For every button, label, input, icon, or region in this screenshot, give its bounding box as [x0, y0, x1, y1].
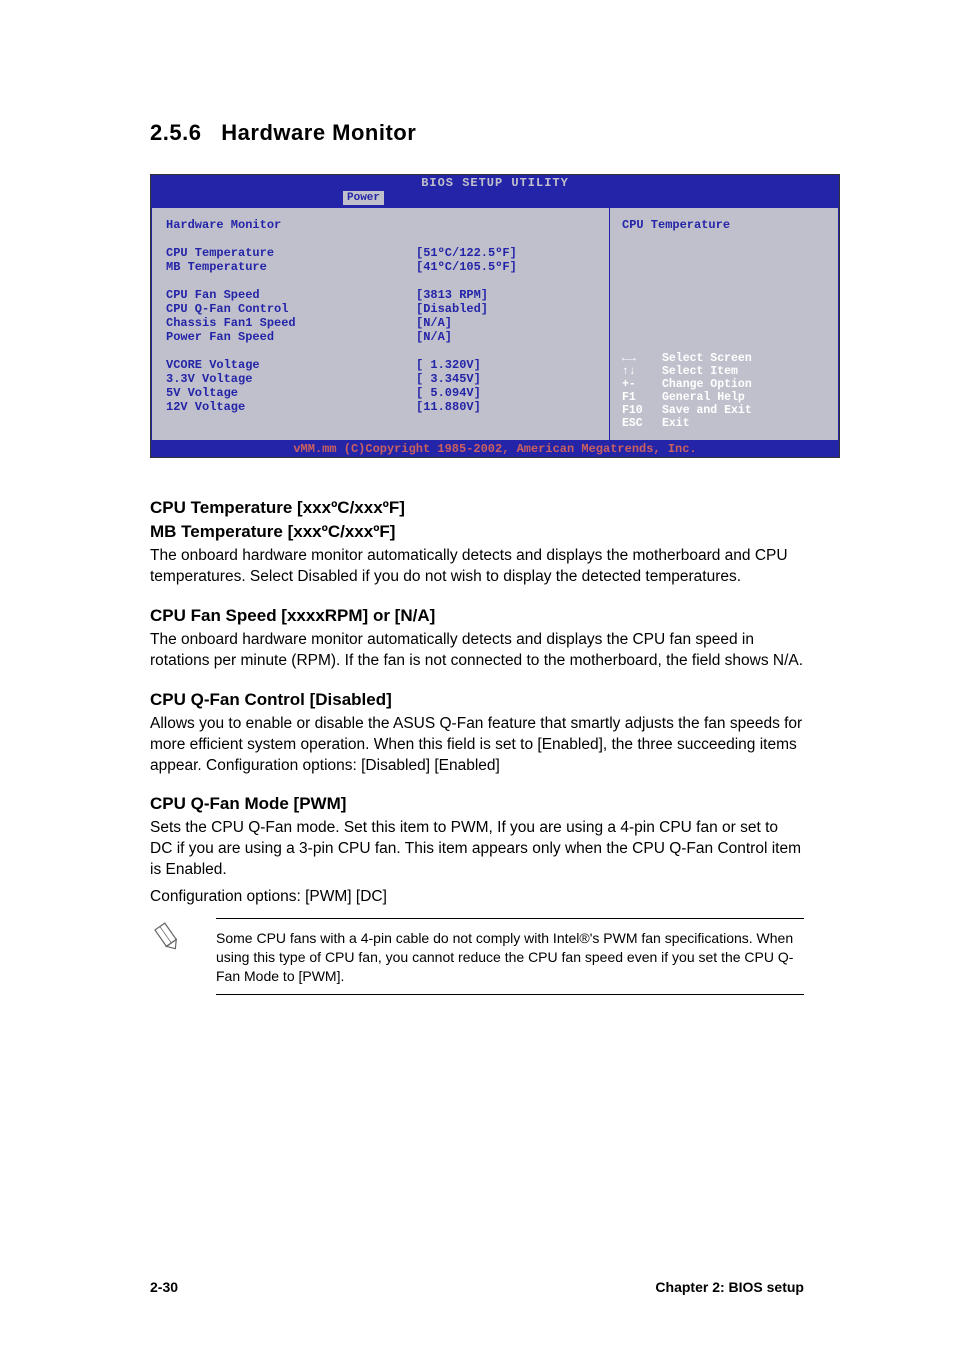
note-text-wrap: Some CPU fans with a 4-pin cable do not … [216, 918, 804, 995]
bios-label: Chassis Fan1 Speed [166, 316, 416, 330]
bios-key: ↑↓ [622, 365, 662, 378]
bios-value: [N/A] [416, 330, 452, 344]
bios-right-panel: CPU Temperature ←→Select Screen ↑↓Select… [609, 207, 839, 441]
bios-footer: vMM.mm (C)Copyright 1985-2002, American … [151, 441, 839, 457]
bios-row: Chassis Fan1 Speed[N/A] [166, 316, 595, 330]
bios-row: 12V Voltage[11.880V] [166, 400, 595, 414]
bios-tab-power: Power [343, 191, 384, 205]
bios-row: 5V Voltage[ 5.094V] [166, 386, 595, 400]
bios-screenshot: BIOS SETUP UTILITY Power Hardware Monito… [150, 174, 840, 458]
body-text: Configuration options: [PWM] [DC] [150, 887, 804, 908]
bios-left-title: Hardware Monitor [166, 218, 595, 232]
subheading-qfan-control: CPU Q-Fan Control [Disabled] [150, 690, 804, 710]
section-heading: 2.5.6 Hardware Monitor [150, 120, 804, 146]
bios-title: BIOS SETUP UTILITY [151, 175, 839, 191]
page-number: 2-30 [150, 1279, 178, 1295]
bios-value: [41ºC/105.5ºF] [416, 260, 517, 274]
bios-value: [Disabled] [416, 302, 488, 316]
bios-group-fans: CPU Fan Speed[3813 RPM] CPU Q-Fan Contro… [166, 288, 595, 344]
bios-value: [ 1.320V] [416, 358, 481, 372]
bios-row: Power Fan Speed[N/A] [166, 330, 595, 344]
bios-label: CPU Temperature [166, 246, 416, 260]
bios-value: [51ºC/122.5ºF] [416, 246, 517, 260]
bios-label: 12V Voltage [166, 400, 416, 414]
note-text: Some CPU fans with a 4-pin cable do not … [216, 918, 804, 995]
bios-row: CPU Fan Speed[3813 RPM] [166, 288, 595, 302]
bios-value: [ 5.094V] [416, 386, 481, 400]
bios-key-desc: Change Option [662, 378, 752, 391]
bios-label: 5V Voltage [166, 386, 416, 400]
bios-label: 3.3V Voltage [166, 372, 416, 386]
bios-key: ESC [622, 417, 662, 430]
subheading-cpu-fan-speed: CPU Fan Speed [xxxxRPM] or [N/A] [150, 606, 804, 626]
subheading-qfan-mode: CPU Q-Fan Mode [PWM] [150, 794, 804, 814]
bios-label: Power Fan Speed [166, 330, 416, 344]
bios-key: +- [622, 378, 662, 391]
page-footer: 2-30 Chapter 2: BIOS setup [150, 1279, 804, 1295]
bios-keyrow: ESCExit [622, 417, 826, 430]
bios-keyrow: F1General Help [622, 391, 826, 404]
section-title-text: Hardware Monitor [221, 120, 416, 145]
bios-row: 3.3V Voltage[ 3.345V] [166, 372, 595, 386]
bios-key-desc: Exit [662, 417, 690, 430]
bios-row: MB Temperature[41ºC/105.5ºF] [166, 260, 595, 274]
bios-keyrow: +-Change Option [622, 378, 826, 391]
bios-key-desc: Save and Exit [662, 404, 752, 417]
bios-key: F1 [622, 391, 662, 404]
body-text: The onboard hardware monitor automatical… [150, 630, 804, 672]
subheading-mb-temp: MB Temperature [xxxºC/xxxºF] [150, 522, 804, 542]
bios-row: CPU Q-Fan Control[Disabled] [166, 302, 595, 316]
bios-label: MB Temperature [166, 260, 416, 274]
bios-help-title: CPU Temperature [622, 218, 826, 232]
bios-row: CPU Temperature[51ºC/122.5ºF] [166, 246, 595, 260]
bios-key: ←→ [622, 352, 662, 365]
bios-left-panel: Hardware Monitor CPU Temperature[51ºC/12… [151, 207, 609, 441]
bios-group-temps: CPU Temperature[51ºC/122.5ºF] MB Tempera… [166, 246, 595, 274]
bios-key: F10 [622, 404, 662, 417]
bios-label: CPU Fan Speed [166, 288, 416, 302]
pencil-icon [150, 918, 184, 952]
body-text: Allows you to enable or disable the ASUS… [150, 714, 804, 777]
bios-tab-row: Power [151, 191, 839, 207]
bios-keyrow: ↑↓Select Item [622, 365, 826, 378]
chapter-label: Chapter 2: BIOS setup [655, 1279, 804, 1295]
body-text: The onboard hardware monitor automatical… [150, 546, 804, 588]
bios-label: VCORE Voltage [166, 358, 416, 372]
bios-group-voltages: VCORE Voltage[ 1.320V] 3.3V Voltage[ 3.3… [166, 358, 595, 414]
body-text: Sets the CPU Q-Fan mode. Set this item t… [150, 818, 804, 881]
bios-value: [ 3.345V] [416, 372, 481, 386]
section-number: 2.5.6 [150, 120, 201, 145]
subheading-cpu-temp: CPU Temperature [xxxºC/xxxºF] [150, 498, 804, 518]
bios-body: Hardware Monitor CPU Temperature[51ºC/12… [151, 207, 839, 441]
bios-value: [11.880V] [416, 400, 481, 414]
bios-value: [3813 RPM] [416, 288, 488, 302]
bios-key-desc: Select Item [662, 365, 738, 378]
bios-key-desc: General Help [662, 391, 745, 404]
bios-key-legend: ←→Select Screen ↑↓Select Item +-Change O… [622, 352, 826, 430]
bios-label: CPU Q-Fan Control [166, 302, 416, 316]
note-block: Some CPU fans with a 4-pin cable do not … [150, 918, 804, 995]
bios-value: [N/A] [416, 316, 452, 330]
bios-keyrow: ←→Select Screen [622, 352, 826, 365]
bios-keyrow: F10Save and Exit [622, 404, 826, 417]
bios-key-desc: Select Screen [662, 352, 752, 365]
bios-row: VCORE Voltage[ 1.320V] [166, 358, 595, 372]
